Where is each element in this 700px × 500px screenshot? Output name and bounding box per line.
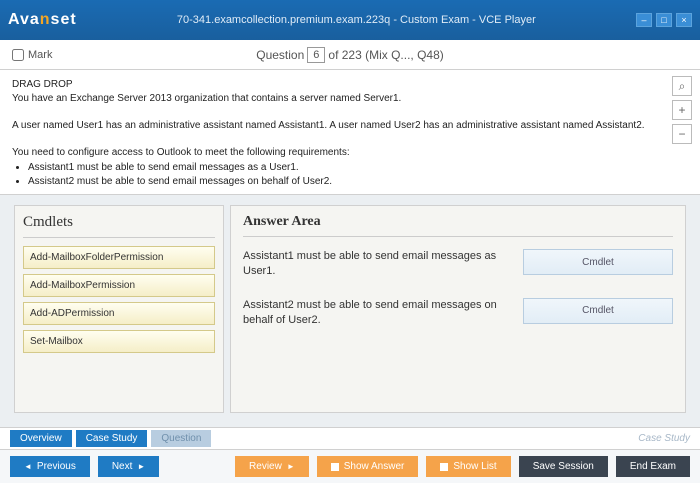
question-type: DRAG DROP bbox=[12, 78, 688, 92]
answer-panel: Answer Area Assistant1 must be able to s… bbox=[230, 205, 686, 413]
close-button[interactable]: × bbox=[676, 13, 692, 27]
cmdlet-item[interactable]: Add-ADPermission bbox=[23, 302, 215, 325]
app-logo: Avanset bbox=[8, 11, 77, 29]
mark-checkbox-wrap[interactable]: Mark bbox=[12, 49, 52, 61]
question-bullet: Assistant2 must be able to send email me… bbox=[28, 175, 688, 189]
tab-overview[interactable]: Overview bbox=[10, 430, 72, 447]
answer-row: Assistant1 must be able to send email me… bbox=[243, 249, 673, 280]
question-body: DRAG DROP You have an Exchange Server 20… bbox=[0, 70, 700, 195]
answer-text: Assistant2 must be able to send email me… bbox=[243, 298, 509, 329]
tab-question[interactable]: Question bbox=[151, 430, 211, 447]
window-controls: – □ × bbox=[636, 13, 692, 27]
show-list-button[interactable]: Show List bbox=[426, 456, 510, 477]
previous-button[interactable]: Previous bbox=[10, 456, 90, 477]
answer-drop-target[interactable]: Cmdlet bbox=[523, 249, 673, 275]
question-line-2: A user named User1 has an administrative… bbox=[12, 119, 688, 133]
answer-drop-target[interactable]: Cmdlet bbox=[523, 298, 673, 324]
zoom-out-button[interactable]: − bbox=[672, 124, 692, 144]
zoom-controls: ⌕ + − bbox=[672, 76, 692, 144]
answer-row: Assistant2 must be able to send email me… bbox=[243, 298, 673, 329]
cmdlet-item[interactable]: Add-MailboxPermission bbox=[23, 274, 215, 297]
save-session-button[interactable]: Save Session bbox=[519, 456, 608, 477]
titlebar: Avanset 70-341.examcollection.premium.ex… bbox=[0, 0, 700, 40]
question-label-pre: Question bbox=[256, 48, 304, 62]
mark-checkbox[interactable] bbox=[12, 49, 24, 61]
cmdlet-item[interactable]: Add-MailboxFolderPermission bbox=[23, 246, 215, 269]
cmdlets-panel: Cmdlets Add-MailboxFolderPermission Add-… bbox=[14, 205, 224, 413]
question-line-3: You need to configure access to Outlook … bbox=[12, 146, 688, 160]
answer-text: Assistant1 must be able to send email me… bbox=[243, 249, 509, 280]
question-number: 6 bbox=[307, 47, 325, 63]
cmdlets-heading: Cmdlets bbox=[23, 214, 215, 238]
review-button[interactable]: Review bbox=[235, 456, 309, 477]
zoom-in-button[interactable]: + bbox=[672, 100, 692, 120]
minimize-button[interactable]: – bbox=[636, 13, 652, 27]
show-answer-button[interactable]: Show Answer bbox=[317, 456, 419, 477]
maximize-button[interactable]: □ bbox=[656, 13, 672, 27]
tab-bar: Overview Case Study Question Case Study bbox=[0, 427, 700, 449]
footer-bar: Previous Next Review Show Answer Show Li… bbox=[0, 449, 700, 483]
end-exam-button[interactable]: End Exam bbox=[616, 456, 690, 477]
mark-label: Mark bbox=[28, 49, 52, 61]
question-bullets: Assistant1 must be able to send email me… bbox=[28, 161, 688, 188]
drag-drop-area: Cmdlets Add-MailboxFolderPermission Add-… bbox=[0, 195, 700, 427]
question-bullet: Assistant1 must be able to send email me… bbox=[28, 161, 688, 175]
question-line-1: You have an Exchange Server 2013 organiz… bbox=[12, 92, 688, 106]
next-button[interactable]: Next bbox=[98, 456, 159, 477]
window-title: 70-341.examcollection.premium.exam.223q … bbox=[177, 14, 536, 26]
cmdlet-item[interactable]: Set-Mailbox bbox=[23, 330, 215, 353]
question-label-post: of 223 (Mix Q..., Q48) bbox=[328, 48, 443, 62]
search-icon[interactable]: ⌕ bbox=[672, 76, 692, 96]
question-header: Mark Question 6 of 223 (Mix Q..., Q48) bbox=[0, 40, 700, 70]
tab-right-label: Case Study bbox=[638, 433, 690, 444]
square-icon bbox=[331, 463, 339, 471]
tab-case-study[interactable]: Case Study bbox=[76, 430, 148, 447]
answer-heading: Answer Area bbox=[243, 214, 673, 237]
square-icon bbox=[440, 463, 448, 471]
